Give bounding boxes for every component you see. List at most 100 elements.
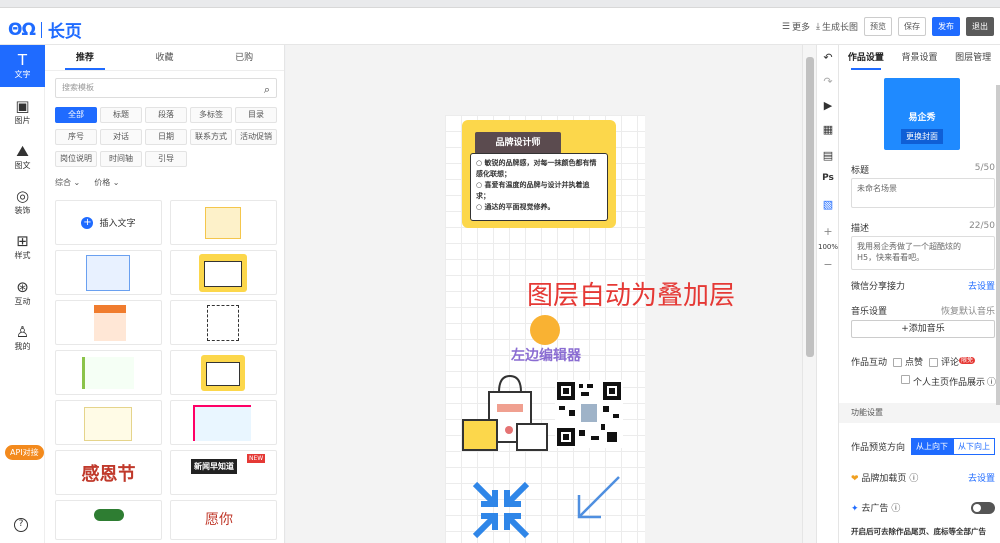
- chip[interactable]: 联系方式: [190, 129, 232, 145]
- qr-code[interactable]: [555, 380, 623, 448]
- preview-button[interactable]: 预览: [864, 17, 892, 36]
- like-checkbox[interactable]: 点赞: [893, 355, 923, 368]
- arrows-inward-icon[interactable]: [471, 480, 531, 540]
- settings-scrollbar[interactable]: [996, 85, 1000, 405]
- more-menu[interactable]: ☰ 更多: [782, 20, 810, 34]
- template-thumb[interactable]: [170, 400, 277, 445]
- designer-card[interactable]: 品牌设计师 ○ 敏锐的品牌感，对每一抹颜色都有情感化联想； ○ 喜爱有温度的品牌…: [462, 120, 616, 228]
- chip[interactable]: 段落: [145, 107, 187, 123]
- brand-setup-link[interactable]: 去设置: [968, 471, 995, 484]
- heart-icon: ❤: [851, 474, 859, 484]
- ad-icon: ✦: [851, 504, 859, 514]
- tab-layers[interactable]: 图层管理: [946, 45, 1000, 71]
- tab-background[interactable]: 背景设置: [893, 45, 947, 71]
- sort-filter[interactable]: 综合 ⌄: [55, 177, 80, 188]
- template-thumb[interactable]: 愿你: [170, 500, 277, 540]
- sidebar-item-image-text[interactable]: ⛰ 图文: [0, 142, 45, 171]
- publish-button[interactable]: 发布: [932, 17, 960, 36]
- sidebar-item-image[interactable]: ▣ 图片: [0, 97, 45, 126]
- chip[interactable]: 目录: [235, 107, 277, 123]
- api-button[interactable]: API对接: [5, 445, 44, 460]
- chip-all[interactable]: 全部: [55, 107, 97, 123]
- price-filter[interactable]: 价格 ⌄: [94, 177, 119, 188]
- template-thumb[interactable]: [55, 500, 162, 540]
- header-actions: ☰ 更多 ⤓ 生成长图 预览 保存 发布 退出: [782, 17, 994, 36]
- filters: 综合 ⌄ 价格 ⌄: [55, 177, 120, 188]
- download-icon: ⤓: [816, 21, 820, 32]
- direction-bottom-up[interactable]: 从下向上: [953, 438, 995, 455]
- ps-icon[interactable]: Ps: [817, 173, 839, 183]
- chip[interactable]: 对话: [100, 129, 142, 145]
- canvas-scrollbar[interactable]: [802, 45, 816, 543]
- chip[interactable]: 时间轴: [100, 151, 142, 167]
- info-icon[interactable]: ⓘ: [987, 375, 996, 388]
- cover-image[interactable]: 易企秀 更换封面: [884, 78, 960, 150]
- redo-icon[interactable]: ↷: [817, 75, 839, 88]
- sidebar-item-style[interactable]: ⊞ 样式: [0, 232, 45, 261]
- template-thumb[interactable]: [55, 250, 162, 295]
- desc-input[interactable]: 我用易企秀做了一个超酷炫的H5，快来看看吧。: [851, 236, 995, 270]
- comment-checkbox[interactable]: 评论 限免: [929, 355, 976, 368]
- help-icon[interactable]: ?: [14, 518, 28, 532]
- template-thumb[interactable]: 感恩节: [55, 450, 162, 495]
- search-input[interactable]: 搜索模板 ⌕: [55, 78, 277, 98]
- sidebar-item-interact[interactable]: ⊛ 互动: [0, 278, 45, 307]
- play-icon[interactable]: ▶: [817, 99, 839, 112]
- editor-text[interactable]: 左边编辑器: [511, 345, 581, 365]
- info-icon[interactable]: ⓘ: [909, 474, 918, 484]
- document-icon[interactable]: ▤: [817, 149, 839, 162]
- direction-top-down[interactable]: 从上向下: [911, 438, 953, 455]
- grid-icon: ⊞: [16, 232, 29, 250]
- chart-icon[interactable]: ▧: [817, 198, 839, 211]
- zoom-in-icon[interactable]: +: [817, 225, 839, 238]
- search-icon[interactable]: ⌕: [264, 81, 270, 99]
- long-image-button[interactable]: ⤓ 生成长图: [816, 20, 858, 34]
- logo[interactable]: ΘΩ 长页: [8, 17, 82, 43]
- save-button[interactable]: 保存: [898, 17, 926, 36]
- restore-music-link[interactable]: 恢复默认音乐: [941, 304, 995, 317]
- sidebar-item-mine[interactable]: ♙ 我的: [0, 323, 45, 352]
- add-music-button[interactable]: +添加音乐: [851, 320, 995, 338]
- tab-favorites[interactable]: 收藏: [125, 45, 205, 70]
- grid-icon[interactable]: ▦: [817, 123, 839, 136]
- canvas-page[interactable]: 品牌设计师 ○ 敏锐的品牌感，对每一抹颜色都有情感化联想； ○ 喜爱有温度的品牌…: [445, 115, 645, 543]
- tab-recommend[interactable]: 推荐: [45, 45, 125, 70]
- template-thumb[interactable]: [55, 350, 162, 395]
- chip[interactable]: 引导: [145, 151, 187, 167]
- template-thumb[interactable]: [170, 350, 277, 395]
- arrow-down-left-icon[interactable]: [571, 473, 623, 525]
- template-thumb[interactable]: [170, 250, 277, 295]
- chip[interactable]: 多标签: [190, 107, 232, 123]
- template-thumb[interactable]: [55, 400, 162, 445]
- sidebar-item-text[interactable]: T 文字: [0, 45, 45, 87]
- template-thumb[interactable]: 新闻早知道 NEW: [170, 450, 277, 495]
- brand-page-row: ❤ 品牌加载页 ⓘ 去设置: [851, 471, 995, 484]
- undo-icon[interactable]: ↶: [817, 51, 839, 64]
- change-cover-button[interactable]: 更换封面: [901, 129, 943, 144]
- wechat-setup-link[interactable]: 去设置: [968, 279, 995, 292]
- browser-strip: [0, 0, 1000, 8]
- tab-purchased[interactable]: 已购: [204, 45, 284, 70]
- exit-button[interactable]: 退出: [966, 17, 994, 36]
- scroll-thumb[interactable]: [806, 57, 814, 357]
- sidebar-item-decor[interactable]: ◎ 装饰: [0, 187, 45, 216]
- template-thumb[interactable]: [170, 300, 277, 345]
- yellow-circle[interactable]: [530, 315, 560, 345]
- info-icon[interactable]: ⓘ: [891, 504, 900, 514]
- title-input[interactable]: 未命名场景: [851, 178, 995, 208]
- shopping-illustration[interactable]: [461, 370, 553, 460]
- profile-show-row[interactable]: 个人主页作品展示 ⓘ: [901, 375, 997, 388]
- chip[interactable]: 岗位说明: [55, 151, 97, 167]
- zoom-out-icon[interactable]: −: [817, 258, 839, 271]
- chip[interactable]: 日期: [145, 129, 187, 145]
- template-thumb[interactable]: [170, 200, 277, 245]
- insert-text-button[interactable]: + 插入文字: [55, 200, 162, 245]
- tab-work-settings[interactable]: 作品设置: [839, 45, 893, 71]
- chip[interactable]: 标题: [100, 107, 142, 123]
- sidebar-label: 文字: [14, 70, 31, 79]
- chip[interactable]: 活动促销: [235, 129, 277, 145]
- chip[interactable]: 序号: [55, 129, 97, 145]
- text-icon: T: [17, 51, 28, 69]
- template-thumb[interactable]: [55, 300, 162, 345]
- remove-ads-toggle[interactable]: [971, 501, 995, 514]
